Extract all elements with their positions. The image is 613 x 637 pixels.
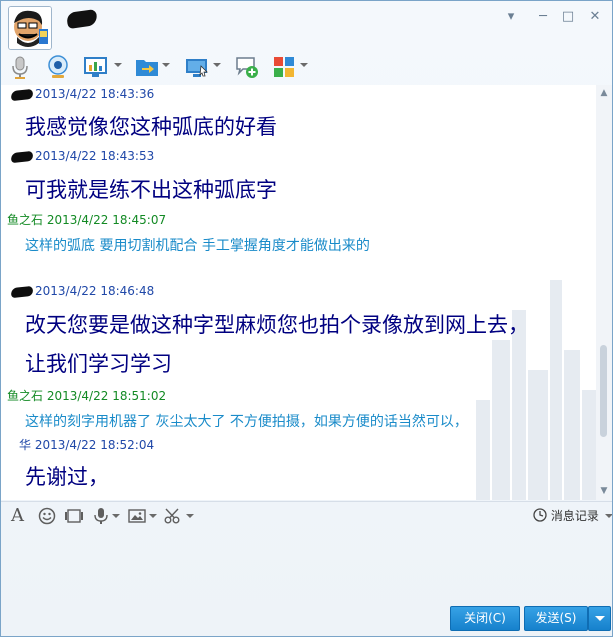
message-time: 2013/4/22 18:45:07 [46,213,167,227]
message-header: 华 2013/4/22 18:52:04 [19,436,154,453]
avatar[interactable] [8,6,52,50]
screenshot-icon [65,509,83,523]
apps-button[interactable] [272,54,296,80]
close-window-button[interactable]: ✕ [585,7,605,27]
invite-contact-icon [236,57,258,78]
window-menu-button[interactable]: ▾ [501,7,521,27]
history-clock-icon [533,508,547,522]
file-transfer-button[interactable] [134,54,160,80]
history-label: 消息记录 [550,509,599,523]
sender-name-redacted [10,150,34,163]
contact-name-redacted [66,8,98,30]
image-icon [128,509,146,523]
message-time: 2013/4/22 18:43:36 [35,87,155,101]
scissors-icon [164,508,180,524]
message-input[interactable] [1,530,612,600]
screen-share-dropdown[interactable] [213,63,221,67]
message-time: 2013/4/22 18:51:02 [46,389,167,403]
font-icon: A [11,505,24,526]
minimize-button[interactable]: ─ [533,7,553,27]
message-time: 2013/4/22 18:52:04 [34,438,155,452]
invite-contact-button[interactable] [234,54,260,80]
message-history: 2013/4/22 18:43:36 我感觉像您这种弧底的好看 2013/4/2… [1,85,596,500]
file-transfer-icon [136,60,158,76]
send-button-label: 发送(S) [535,611,577,625]
file-transfer-dropdown[interactable] [162,63,170,67]
scrollbar-thumb[interactable] [600,345,607,437]
scissors-dropdown[interactable] [186,514,194,518]
scissors-button[interactable] [164,507,182,525]
video-call-icon [48,55,68,78]
sender-name-redacted [10,285,34,298]
history-dropdown[interactable] [604,514,612,518]
minimize-icon: ─ [539,9,547,24]
font-button[interactable]: A [11,507,29,525]
message-header: 鱼之石 2013/4/22 18:51:02 [7,387,166,404]
screen-share-icon [186,59,208,77]
chat-toolbar [1,51,612,85]
message-time: 2013/4/22 18:46:48 [35,284,155,298]
screenshot-button[interactable] [64,507,84,525]
message-text: 这样的弧底 要用切割机配合 手工掌握角度才能做出来的 [25,238,370,254]
message-text: 可我就是练不出这种弧底字 [25,178,277,202]
message-text: 这样的刻字用机器了 灰尘太大了 不方便拍摄，如果方便的话当然可以， [25,414,468,430]
message-text: 先谢过， [25,465,109,489]
message-header: 2013/4/22 18:43:36 [10,87,155,101]
chat-window: ▾ ─ □ ✕ 2013/4/22 18:43:36 我感觉像您这种弧底的好看 … [0,0,613,637]
message-text: 改天您要是做这种字型麻烦您也拍个录像放到网上去， [25,313,529,337]
message-header: 2013/4/22 18:43:53 [10,149,155,163]
background-skyline [476,280,596,500]
voice-message-icon [94,508,108,524]
chevron-down-icon [594,616,605,621]
scroll-up-icon[interactable]: ▲ [599,88,609,98]
voice-message-dropdown[interactable] [112,514,120,518]
remote-desktop-icon [84,57,107,77]
title-bar: ▾ ─ □ ✕ [1,1,612,51]
send-options-button[interactable] [588,606,611,631]
message-history-button[interactable]: 消息记录 [533,507,612,524]
video-call-button[interactable] [46,54,70,80]
message-time: 2013/4/22 18:43:53 [35,149,155,163]
sender-name-redacted [10,88,34,101]
screen-share-button[interactable] [184,54,210,80]
close-button[interactable]: 关闭(C) [450,606,520,631]
message-text: 我感觉像您这种弧底的好看 [25,115,277,139]
send-button[interactable]: 发送(S) [524,606,588,631]
message-header: 鱼之石 2013/4/22 18:45:07 [7,211,166,228]
message-sender: 华 [19,438,32,452]
emoji-button[interactable] [38,507,56,525]
remote-desktop-button[interactable] [83,54,109,80]
message-scrollbar[interactable]: ▲ ▼ [596,85,612,500]
input-toolbar: A 消息记录 [1,501,612,530]
remote-desktop-dropdown[interactable] [114,63,122,67]
image-dropdown[interactable] [149,514,157,518]
voice-message-button[interactable] [93,507,109,525]
image-button[interactable] [128,507,146,525]
close-icon: ✕ [589,9,601,24]
message-header: 2013/4/22 18:46:48 [10,284,155,298]
chevron-down-icon: ▾ [507,9,515,24]
voice-call-icon [12,56,28,79]
message-sender: 鱼之石 [7,389,44,403]
message-sender: 鱼之石 [7,213,44,227]
scroll-down-icon[interactable]: ▼ [599,486,609,496]
emoji-icon [38,507,56,525]
message-text-continued: 让我们学习学习 [25,352,172,376]
apps-dropdown[interactable] [300,63,308,67]
apps-grid-icon [274,57,294,77]
close-button-label: 关闭(C) [464,611,506,625]
voice-call-button[interactable] [9,54,31,80]
maximize-icon: □ [561,9,575,24]
maximize-button[interactable]: □ [558,7,578,27]
